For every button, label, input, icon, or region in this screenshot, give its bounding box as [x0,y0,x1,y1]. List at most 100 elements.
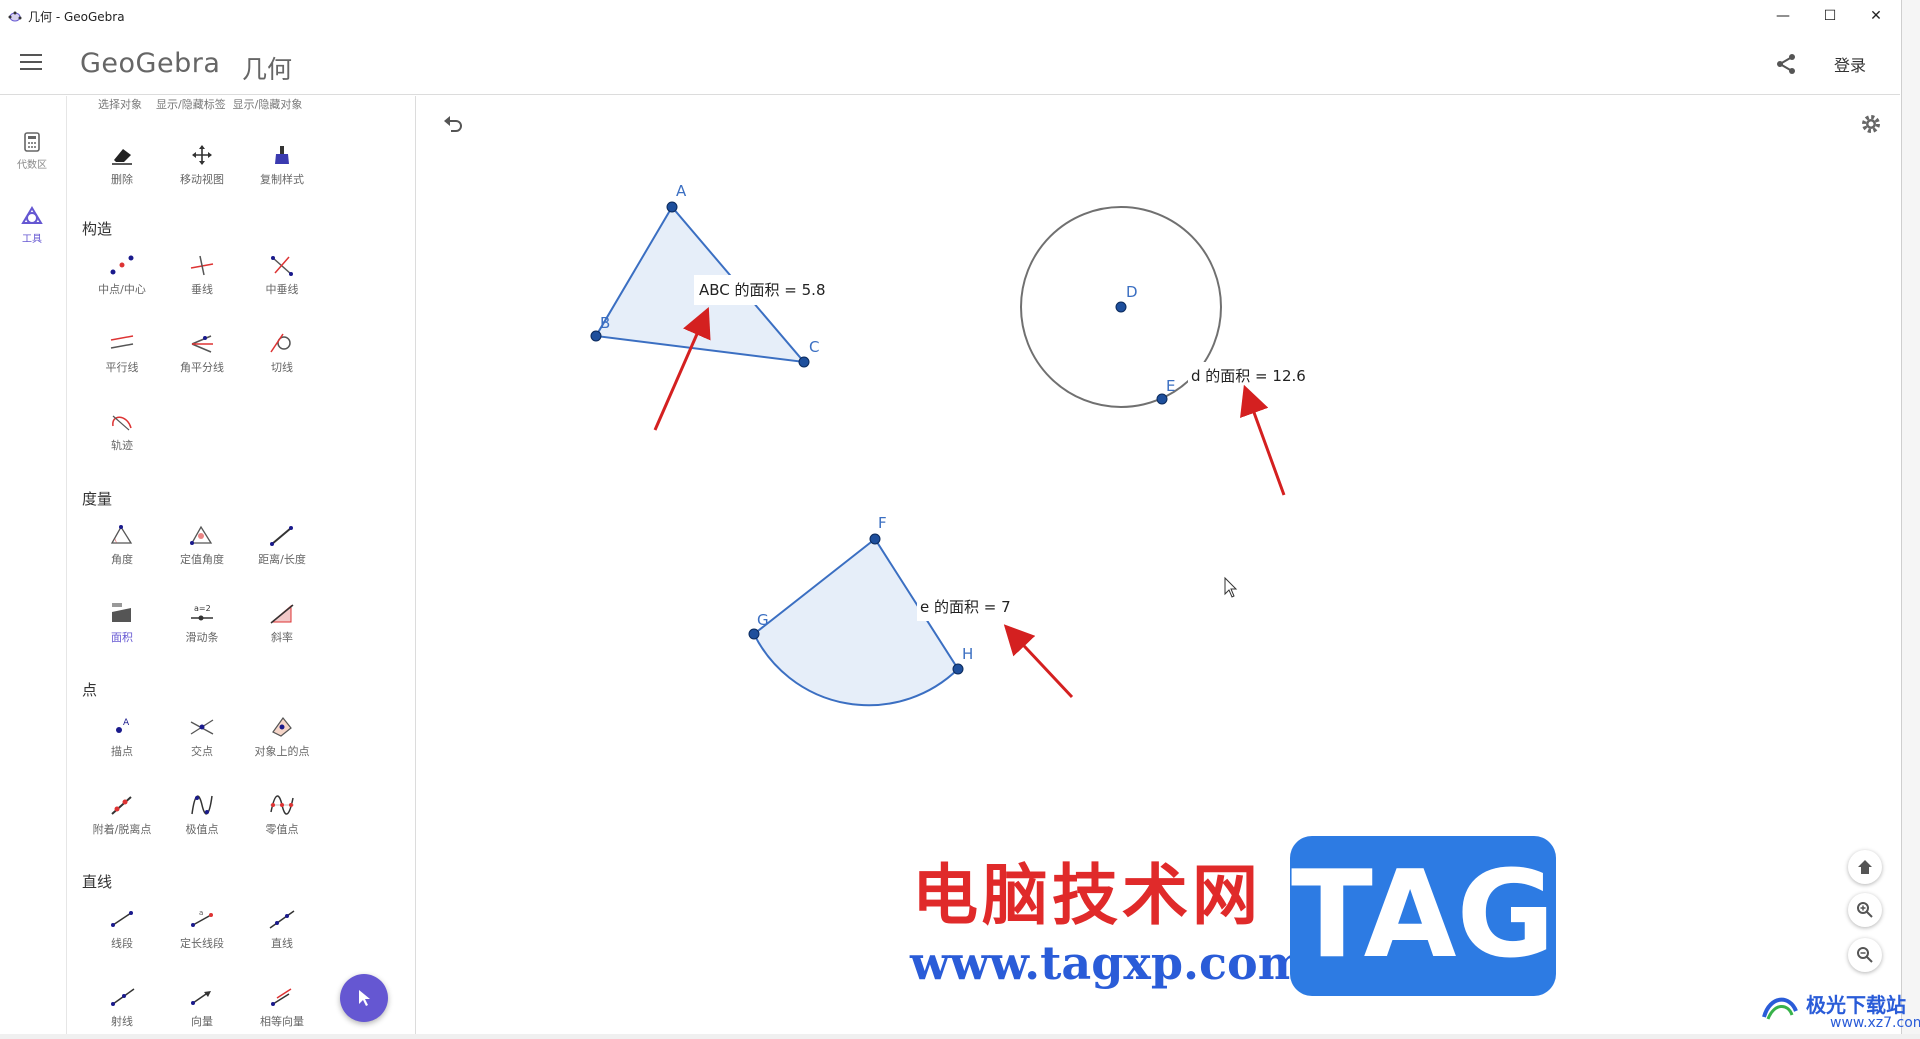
vector-icon [191,991,211,1005]
calculator-icon [24,132,40,152]
point-d[interactable] [1115,301,1127,313]
point-e[interactable] [1156,393,1168,405]
roots-icon [270,795,294,815]
tool-perpendicular[interactable]: 垂线 [162,254,242,297]
tool-label: 面积 [111,631,133,644]
tool-equal-vector[interactable]: 相等向量 [242,986,322,1029]
point-a[interactable] [666,201,678,213]
tool-copy-style[interactable]: 复制样式 [242,144,322,187]
sector-area-label[interactable]: e 的面积 = 7 [920,598,1011,616]
tool-intersect[interactable]: 交点 [162,716,242,759]
category-point: 点 [82,681,98,699]
tool-label: 零值点 [265,823,299,836]
svg-text:a: a [199,909,203,917]
maximize-button[interactable]: ☐ [1807,0,1853,32]
point-g[interactable] [748,628,760,640]
login-button[interactable]: 登录 [1834,52,1866,76]
parallel-icon [110,335,134,349]
share-icon[interactable] [1774,52,1798,76]
annotation-arrow-sector [1003,624,1074,699]
rail-item-tools[interactable]: 工具 [0,206,64,245]
line-icon [269,910,295,929]
rail-item-algebra[interactable]: 代数区 [0,132,64,171]
intersect-icon [190,719,214,735]
rail-item-label: 工具 [22,234,42,245]
home-icon [1858,860,1872,874]
tool-area[interactable]: 面积 [82,602,162,645]
close-button[interactable]: ✕ [1853,0,1899,32]
ray-icon [111,988,135,1006]
tool-label: 垂线 [191,283,213,296]
tool-slider[interactable]: a=2 滑动条 [162,602,242,645]
tool-label: 极值点 [185,823,219,836]
segment-icon [111,911,133,927]
tool-midpoint[interactable]: 中点/中心 [82,254,162,297]
tool-point[interactable]: A 描点 [82,716,162,759]
zoom-in-button[interactable] [1848,893,1882,927]
locus-icon [112,415,132,431]
minimize-button[interactable]: — [1760,0,1806,32]
move-tool-button[interactable] [340,974,388,1022]
point-b[interactable] [590,330,602,342]
triangle-area-label[interactable]: ABC 的面积 = 5.8 [699,281,826,299]
tool-segment[interactable]: 线段 [82,908,162,951]
tool-parallel[interactable]: 平行线 [82,332,162,375]
app-title: 几何 [242,55,293,84]
undo-icon[interactable] [442,115,464,133]
tool-ray[interactable]: 射线 [82,986,162,1029]
watermark-url: www.tagxp.com [910,936,1307,990]
tool-label: 相等向量 [260,1015,304,1028]
tool-label: 对象上的点 [254,745,310,758]
tool-label: 中垂线 [265,283,299,296]
watermark-corner: 极光下载站 www.xz7.com [1760,985,1920,1035]
equal-vector-icon [271,988,292,1006]
tool-label: 直线 [271,937,293,950]
tool-label: 切线 [271,361,293,374]
point-h[interactable] [952,663,964,675]
label-c: C [809,338,819,356]
tool-label: 中点/中心 [98,283,146,296]
tool-locus[interactable]: 轨迹 [82,410,162,453]
tool-move-view[interactable]: 移动视图 [162,144,242,187]
fixed-segment-icon: a [191,909,213,927]
taskbar-edge [0,1034,1920,1039]
tool-angle-bisector[interactable]: 角平分线 [162,332,242,375]
tool-fixed-segment[interactable]: a 定长线段 [162,908,242,951]
perpendicular-icon [190,255,214,276]
category-measure: 度量 [82,490,113,508]
home-view-button[interactable] [1848,850,1882,884]
tool-extremum[interactable]: 极值点 [162,794,242,837]
tool-angle[interactable]: 角度 [82,524,162,567]
zoom-out-button[interactable] [1848,938,1882,972]
tool-distance[interactable]: 距离/长度 [242,524,322,567]
menu-icon[interactable] [20,54,42,72]
tool-delete[interactable]: 删除 [82,144,162,187]
side-rail: 代数区 工具 [0,96,67,1034]
sector-e[interactable] [752,537,960,707]
tool-point-on-object[interactable]: 对象上的点 [242,716,322,759]
geometry-tools-icon [21,206,43,224]
zoom-in-icon [1857,902,1873,918]
tool-slope[interactable]: 斜率 [242,602,322,645]
tool-label: 描点 [111,745,133,758]
tool-label: 交点 [191,745,213,758]
label-a: A [676,182,687,200]
label-f: F [878,514,887,532]
category-line: 直线 [82,873,113,891]
tool-roots[interactable]: 零值点 [242,794,322,837]
point-c[interactable] [798,356,810,368]
tool-attach-detach[interactable]: 附着/脱离点 [82,794,162,837]
tool-tangent[interactable]: 切线 [242,332,322,375]
settings-gear-icon[interactable] [1860,113,1882,135]
tool-vector[interactable]: 向量 [162,986,242,1029]
slope-icon [270,604,294,624]
svg-text:a=2: a=2 [194,604,211,613]
background-window-edge [1901,0,1920,1039]
distance-icon [270,526,293,546]
tool-line[interactable]: 直线 [242,908,322,951]
tool-perpendicular-bisector[interactable]: 中垂线 [242,254,322,297]
circle-area-label[interactable]: d 的面积 = 12.6 [1191,367,1306,385]
attach-detach-icon [111,796,132,815]
point-f[interactable] [869,533,881,545]
tool-fixed-angle[interactable]: 定值角度 [162,524,242,567]
